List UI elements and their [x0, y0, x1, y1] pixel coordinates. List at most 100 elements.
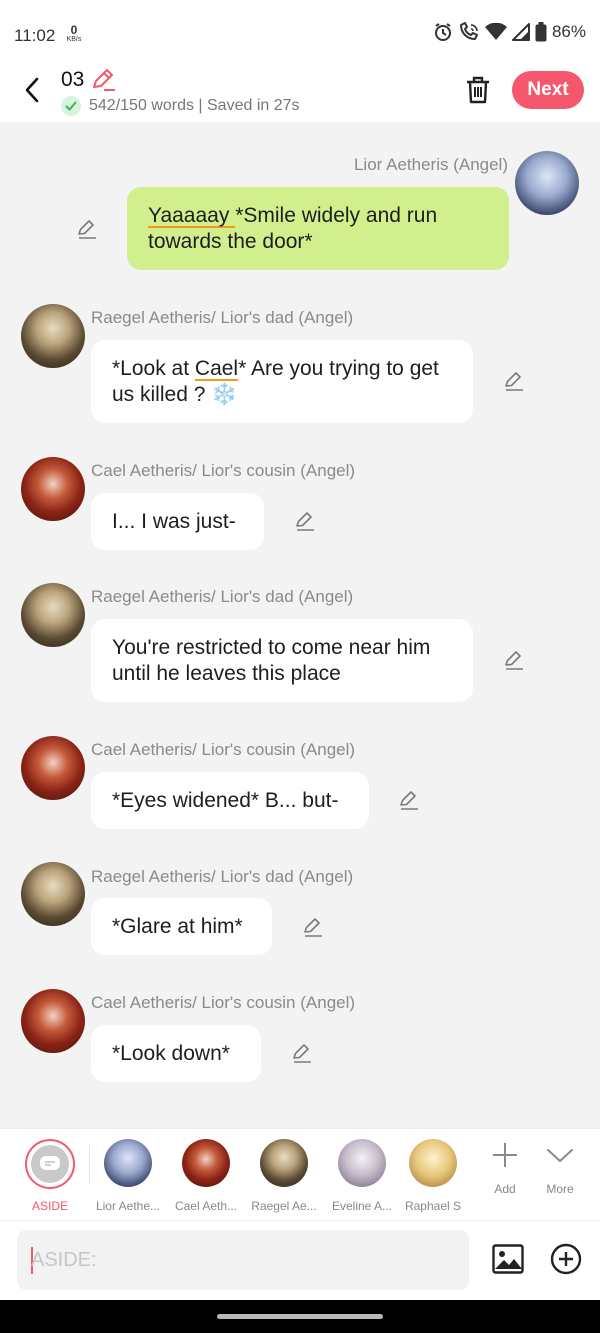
character-cael[interactable]: Cael Aeth... — [167, 1139, 245, 1213]
avatar — [260, 1139, 308, 1187]
avatar — [104, 1139, 152, 1187]
message-bubble-icon — [31, 1145, 69, 1183]
avatar[interactable] — [21, 304, 85, 368]
pencil-icon — [304, 918, 322, 937]
insert-image-button[interactable] — [491, 1242, 525, 1276]
plus-circle-icon — [550, 1243, 582, 1275]
character-eveline[interactable]: Eveline A... — [323, 1139, 401, 1213]
message-text: *Look down* — [112, 1042, 230, 1065]
plus-icon — [493, 1143, 517, 1167]
network-speed: 0 KB/s — [62, 24, 86, 43]
character-label: Lior Aethe... — [95, 1199, 161, 1213]
message-text: *Eyes widened* B... but- — [112, 789, 339, 812]
message-bubble[interactable]: You're restricted to come near him until… — [91, 619, 473, 702]
edit-message-button[interactable] — [300, 914, 326, 940]
wifi-icon — [484, 23, 507, 40]
message-bubble[interactable]: *Eyes widened* B... but- — [91, 772, 369, 829]
battery-level: 86% — [551, 22, 586, 41]
network-speed-value: 0 — [70, 23, 78, 37]
character-label: Eveline A... — [331, 1199, 393, 1213]
next-button[interactable]: Next — [512, 71, 584, 109]
signal-icon — [511, 23, 530, 41]
character-raphael[interactable]: Raphael S — [399, 1139, 467, 1213]
add-label: Add — [494, 1182, 516, 1196]
avatar[interactable] — [21, 736, 85, 800]
edit-message-button[interactable] — [501, 647, 527, 673]
pencil-icon — [78, 220, 96, 239]
pencil-icon — [93, 69, 115, 91]
speaker-name: Lior Aetheris (Angel) — [353, 155, 508, 174]
message-bubble[interactable]: Yaaaaay *Smile widely and run towards th… — [127, 187, 509, 270]
edit-message-button[interactable] — [396, 787, 422, 813]
message-text: *Look at — [112, 357, 195, 380]
battery-icon — [535, 22, 547, 42]
edit-message-button[interactable] — [74, 216, 100, 242]
avatar[interactable] — [21, 862, 85, 926]
speaker-name: Cael Aetheris/ Lior's cousin (Angel) — [91, 993, 356, 1012]
add-content-button[interactable] — [549, 1242, 583, 1276]
avatar[interactable] — [515, 151, 579, 215]
status-time: 11:02 — [14, 26, 56, 45]
pencil-icon — [505, 372, 523, 391]
pencil-icon — [400, 791, 418, 810]
underlined-text: Yaaaaay — [148, 204, 236, 227]
aside-label: ASIDE — [31, 1199, 68, 1213]
character-label: Cael Aeth... — [174, 1199, 238, 1213]
delete-button[interactable] — [462, 74, 494, 106]
chevron-left-icon — [25, 77, 39, 103]
more-label: More — [546, 1182, 574, 1196]
message-bubble[interactable]: *Look at Cael* Are you trying to get us … — [91, 340, 473, 423]
avatar[interactable] — [21, 583, 85, 647]
speaker-name: Raegel Aetheris/ Lior's dad (Angel) — [91, 587, 354, 606]
word-count-saved: 542/150 words | Saved in 27s — [89, 97, 300, 114]
pencil-icon — [293, 1044, 311, 1063]
speaker-name: Raegel Aetheris/ Lior's dad (Angel) — [91, 867, 354, 886]
message-bubble[interactable]: I... I was just- — [91, 493, 264, 550]
status-bar: 11:02 0 KB/s 86% — [0, 0, 600, 62]
message-text: I... I was just- — [112, 510, 236, 533]
check-icon — [61, 96, 81, 116]
avatar[interactable] — [21, 989, 85, 1053]
message-bubble[interactable]: *Look down* — [91, 1025, 261, 1082]
avatar[interactable] — [21, 457, 85, 521]
system-nav-bar — [0, 1300, 600, 1333]
save-status: 542/150 words | Saved in 27s — [61, 96, 300, 116]
aside-button[interactable]: ASIDE — [25, 1139, 75, 1213]
edit-message-button[interactable] — [289, 1040, 315, 1066]
more-button[interactable]: More — [535, 1141, 585, 1196]
message-input[interactable] — [31, 1242, 451, 1278]
story-title[interactable]: 03 — [61, 68, 84, 92]
avatar — [338, 1139, 386, 1187]
alarm-icon — [434, 23, 451, 41]
message-text: *Glare at him* — [112, 915, 243, 938]
speaker-name: Cael Aetheris/ Lior's cousin (Angel) — [91, 461, 356, 480]
edit-message-button[interactable] — [292, 508, 318, 534]
rename-button[interactable] — [90, 68, 116, 97]
character-label: Raegel Ae... — [251, 1199, 317, 1213]
back-button[interactable] — [18, 74, 46, 106]
character-selector: ASIDE Lior Aethe... Cael Aeth... Raegel … — [0, 1128, 600, 1220]
character-lior[interactable]: Lior Aethe... — [89, 1139, 167, 1213]
add-character-button[interactable]: Add — [480, 1141, 530, 1196]
editor-header: 03 542/150 words | Saved in 27s Next — [0, 62, 600, 122]
status-icons: 86% — [433, 22, 586, 42]
message-bubble[interactable]: *Glare at him* — [91, 898, 272, 955]
wifi-call-icon — [459, 22, 478, 40]
character-raegel[interactable]: Raegel Ae... — [245, 1139, 323, 1213]
speaker-name: Cael Aetheris/ Lior's cousin (Angel) — [91, 740, 356, 759]
trash-icon — [467, 76, 489, 104]
message-text: You're restricted to come near him until… — [112, 636, 431, 685]
avatar — [409, 1139, 457, 1187]
network-speed-unit: KB/s — [66, 36, 82, 43]
chat-area[interactable]: Lior Aetheris (Angel) Yaaaaay *Smile wid… — [0, 122, 600, 1128]
message-input-box[interactable] — [17, 1230, 469, 1290]
composer — [0, 1220, 600, 1300]
chevron-down-icon — [547, 1149, 573, 1162]
pencil-icon — [505, 651, 523, 670]
edit-message-button[interactable] — [501, 368, 527, 394]
snowflake-emoji: ❄️ — [211, 383, 238, 406]
speaker-name: Raegel Aetheris/ Lior's dad (Angel) — [91, 308, 354, 327]
pencil-icon — [296, 512, 314, 531]
home-indicator[interactable] — [217, 1314, 383, 1319]
avatar — [182, 1139, 230, 1187]
